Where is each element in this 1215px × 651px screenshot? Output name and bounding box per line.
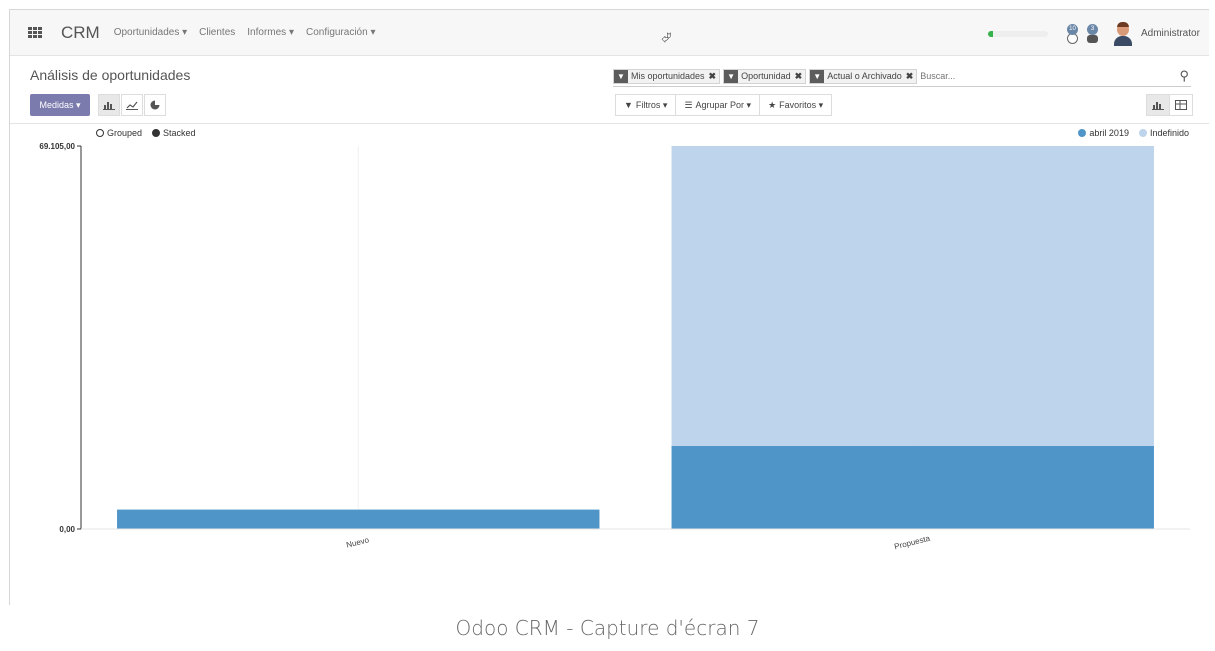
bar [117,509,600,529]
x-tick-label: Nuevo [345,535,370,549]
app-window: CRM Oportunidades ▾ Clientes Informes ▾ … [9,9,1209,605]
y-tick-label: 0,00 [59,525,75,534]
x-tick-label: Propuesta [893,534,931,552]
bar-chart: Nuevo Propuesta 69.105,00 0,00 [39,142,1190,552]
image-caption: Odoo CRM - Capture d'écran 7 [455,616,760,640]
y-tick-label: 69.105,00 [39,142,75,151]
bar [671,146,1154,446]
bar [671,445,1154,529]
